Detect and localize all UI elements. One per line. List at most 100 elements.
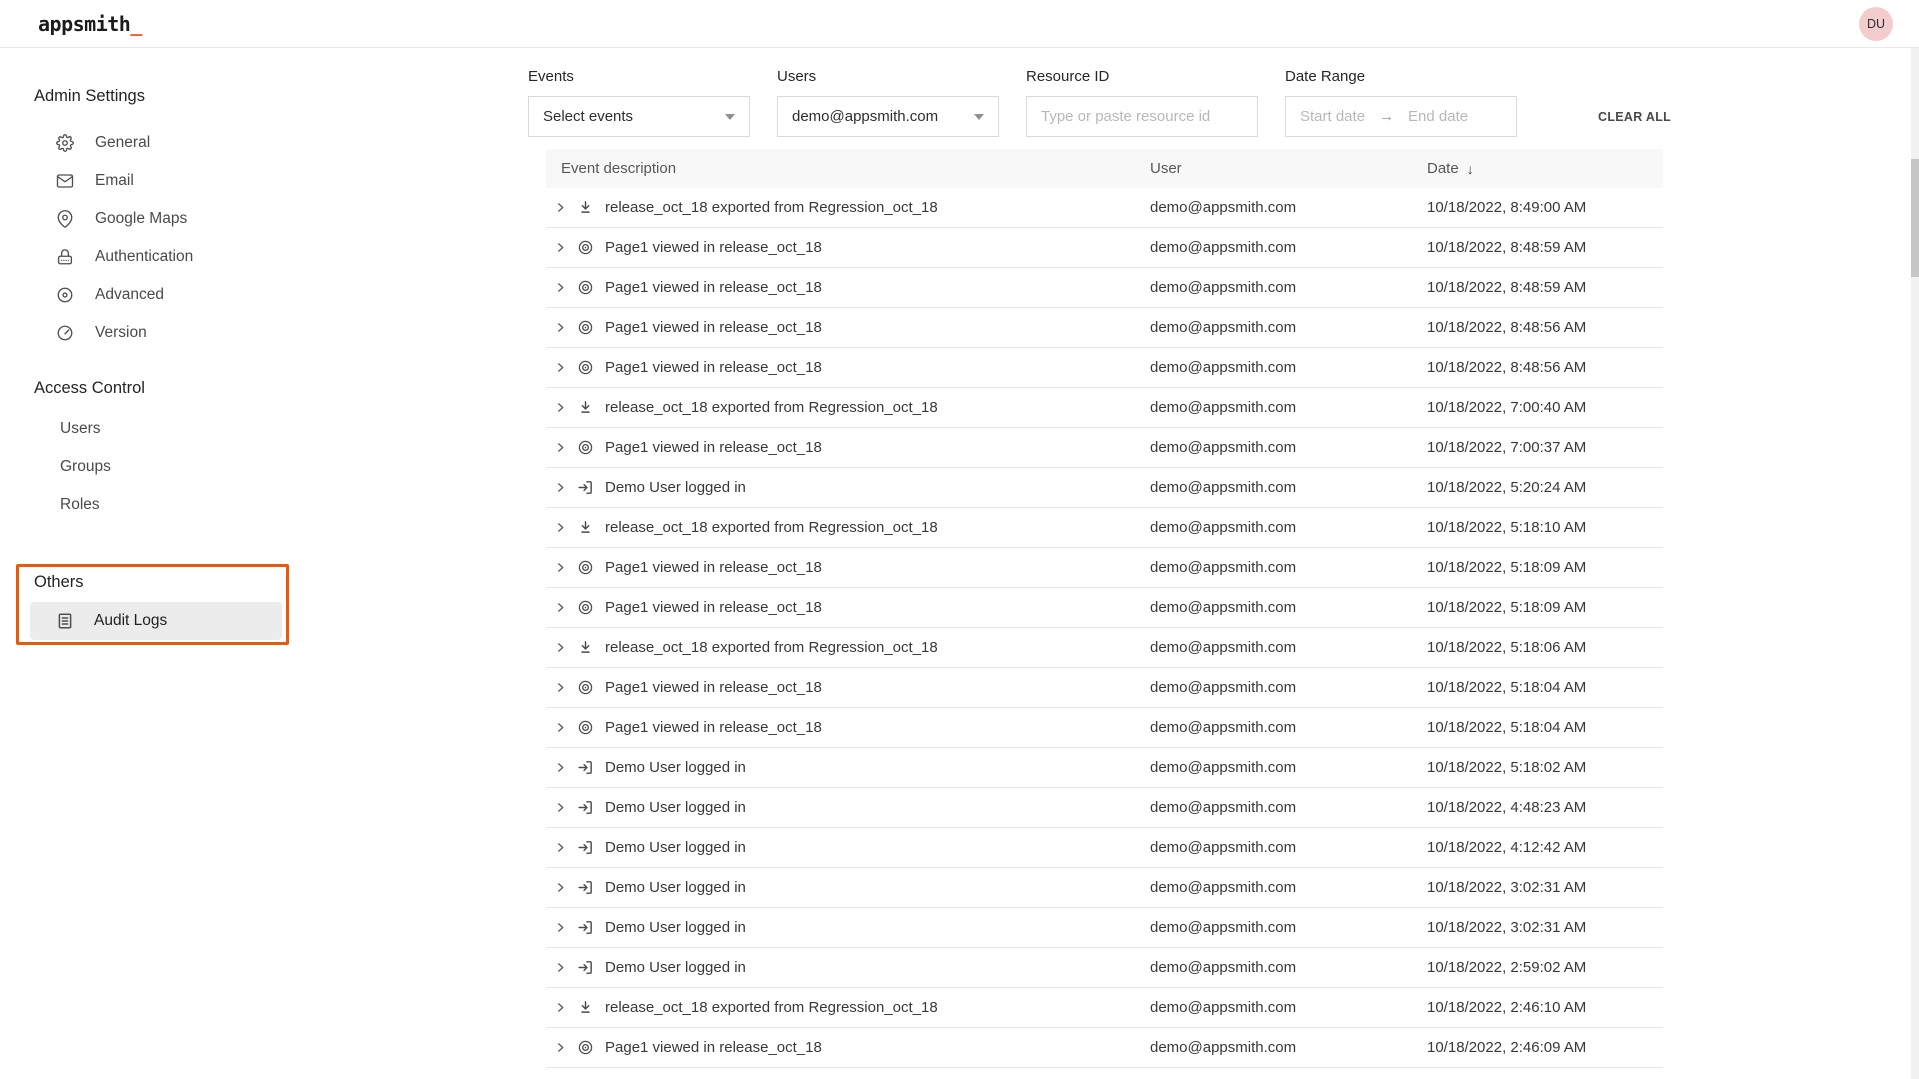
event-description-cell: Page1 viewed in release_oct_18 <box>546 678 1150 698</box>
eye-icon <box>577 1039 594 1056</box>
settings-sidebar: Admin Settings General Email Google Maps… <box>0 48 510 1079</box>
sidebar-item-advanced[interactable]: Advanced <box>0 276 510 314</box>
access-control-section: Access Control Users Groups Roles <box>0 376 510 524</box>
event-description-text: Demo User logged in <box>605 919 746 936</box>
expand-chevron-right-icon[interactable] <box>550 918 570 938</box>
expand-chevron-right-icon[interactable] <box>550 998 570 1018</box>
expand-chevron-right-icon[interactable] <box>550 958 570 978</box>
section-title-others: Others <box>0 570 510 594</box>
sidebar-item-label: Version <box>95 324 147 342</box>
sidebar-item-label: Groups <box>60 458 111 476</box>
event-description-cell: Demo User logged in <box>546 758 1150 778</box>
sidebar-item-groups[interactable]: Groups <box>0 448 510 486</box>
event-description-cell: Demo User logged in <box>546 878 1150 898</box>
user-cell: demo@appsmith.com <box>1150 679 1427 696</box>
expand-chevron-right-icon[interactable] <box>550 198 570 218</box>
login-icon <box>577 959 594 976</box>
expand-chevron-right-icon[interactable] <box>550 398 570 418</box>
sidebar-item-authentication[interactable]: Authentication <box>0 238 510 276</box>
scrollbar-thumb[interactable] <box>1911 159 1919 277</box>
column-header-date[interactable]: Date ↓ <box>1427 160 1663 177</box>
user-cell: demo@appsmith.com <box>1150 239 1427 256</box>
event-description-text: Page1 viewed in release_oct_18 <box>605 719 822 736</box>
event-description-cell: Demo User logged in <box>546 798 1150 818</box>
expand-chevron-right-icon[interactable] <box>550 878 570 898</box>
sidebar-item-version[interactable]: Version <box>0 314 510 352</box>
sidebar-item-google-maps[interactable]: Google Maps <box>0 200 510 238</box>
sidebar-item-roles[interactable]: Roles <box>0 486 510 524</box>
resource-id-placeholder: Type or paste resource id <box>1041 108 1210 125</box>
user-cell: demo@appsmith.com <box>1150 879 1427 896</box>
audit-log-row: Demo User logged in demo@appsmith.com 10… <box>546 468 1663 508</box>
users-select-value: demo@appsmith.com <box>792 108 938 125</box>
expand-chevron-right-icon[interactable] <box>550 598 570 618</box>
expand-chevron-right-icon[interactable] <box>550 238 570 258</box>
expand-chevron-right-icon[interactable] <box>550 718 570 738</box>
user-cell: demo@appsmith.com <box>1150 479 1427 496</box>
event-description-cell: release_oct_18 exported from Regression_… <box>546 998 1150 1018</box>
expand-chevron-right-icon[interactable] <box>550 478 570 498</box>
others-list: Audit Logs <box>0 602 510 640</box>
lock-icon <box>56 248 74 266</box>
event-description-text: release_oct_18 exported from Regression_… <box>605 519 938 536</box>
date-cell: 10/18/2022, 8:48:59 AM <box>1427 279 1663 296</box>
expand-chevron-right-icon[interactable] <box>550 1038 570 1058</box>
date-cell: 10/18/2022, 5:18:09 AM <box>1427 599 1663 616</box>
expand-chevron-right-icon[interactable] <box>550 518 570 538</box>
clock-icon <box>56 324 74 342</box>
gear-icon <box>56 134 74 152</box>
audit-logs-page: appsmith_ DU Admin Settings General Emai… <box>0 0 1919 1079</box>
event-description-text: release_oct_18 exported from Regression_… <box>605 999 938 1016</box>
expand-chevron-right-icon[interactable] <box>550 558 570 578</box>
expand-chevron-right-icon[interactable] <box>550 758 570 778</box>
expand-chevron-right-icon[interactable] <box>550 838 570 858</box>
event-description-text: Demo User logged in <box>605 959 746 976</box>
event-description-cell: Demo User logged in <box>546 838 1150 858</box>
events-filter-label: Events <box>528 66 750 88</box>
appsmith-logo[interactable]: appsmith_ <box>38 12 142 36</box>
date-cell: 10/18/2022, 8:48:56 AM <box>1427 359 1663 376</box>
user-cell: demo@appsmith.com <box>1150 639 1427 656</box>
expand-chevron-right-icon[interactable] <box>550 798 570 818</box>
event-description-text: release_oct_18 exported from Regression_… <box>605 199 938 216</box>
user-cell: demo@appsmith.com <box>1150 599 1427 616</box>
avatar[interactable]: DU <box>1859 7 1893 41</box>
date-cell: 10/18/2022, 4:12:42 AM <box>1427 839 1663 856</box>
target-icon <box>56 286 74 304</box>
arrow-right-icon: → <box>1379 108 1394 125</box>
audit-log-row: Page1 viewed in release_oct_18 demo@apps… <box>546 548 1663 588</box>
audit-log-row: Page1 viewed in release_oct_18 demo@apps… <box>546 348 1663 388</box>
expand-chevron-right-icon[interactable] <box>550 278 570 298</box>
chevron-down-icon <box>974 114 984 120</box>
expand-chevron-right-icon[interactable] <box>550 358 570 378</box>
expand-chevron-right-icon[interactable] <box>550 318 570 338</box>
login-icon <box>577 879 594 896</box>
vertical-scrollbar[interactable] <box>1911 48 1919 1079</box>
expand-chevron-right-icon[interactable] <box>550 678 570 698</box>
eye-icon <box>577 319 594 336</box>
event-description-cell: Page1 viewed in release_oct_18 <box>546 1038 1150 1058</box>
audit-log-row: Demo User logged in demo@appsmith.com 10… <box>546 748 1663 788</box>
date-cell: 10/18/2022, 3:02:31 AM <box>1427 919 1663 936</box>
user-cell: demo@appsmith.com <box>1150 519 1427 536</box>
date-range-input[interactable]: Start date → End date <box>1285 96 1517 137</box>
download-icon <box>577 199 594 216</box>
date-cell: 10/18/2022, 2:46:09 AM <box>1427 1039 1663 1056</box>
eye-icon <box>577 679 594 696</box>
date-cell: 10/18/2022, 4:48:23 AM <box>1427 799 1663 816</box>
events-select[interactable]: Select events <box>528 96 750 137</box>
sidebar-item-general[interactable]: General <box>0 124 510 162</box>
admin-settings-list: General Email Google Maps Authentication… <box>0 124 510 352</box>
audit-log-row: release_oct_18 exported from Regression_… <box>546 188 1663 228</box>
sidebar-item-email[interactable]: Email <box>0 162 510 200</box>
expand-chevron-right-icon[interactable] <box>550 438 570 458</box>
resource-id-input[interactable]: Type or paste resource id <box>1026 96 1258 137</box>
expand-chevron-right-icon[interactable] <box>550 638 570 658</box>
sidebar-item-audit-logs[interactable]: Audit Logs <box>30 602 282 640</box>
sidebar-item-label: Users <box>60 420 100 438</box>
download-icon <box>577 639 594 656</box>
clear-all-button[interactable]: CLEAR ALL <box>1598 110 1671 124</box>
event-description-cell: Page1 viewed in release_oct_18 <box>546 438 1150 458</box>
sidebar-item-users[interactable]: Users <box>0 410 510 448</box>
users-select[interactable]: demo@appsmith.com <box>777 96 999 137</box>
